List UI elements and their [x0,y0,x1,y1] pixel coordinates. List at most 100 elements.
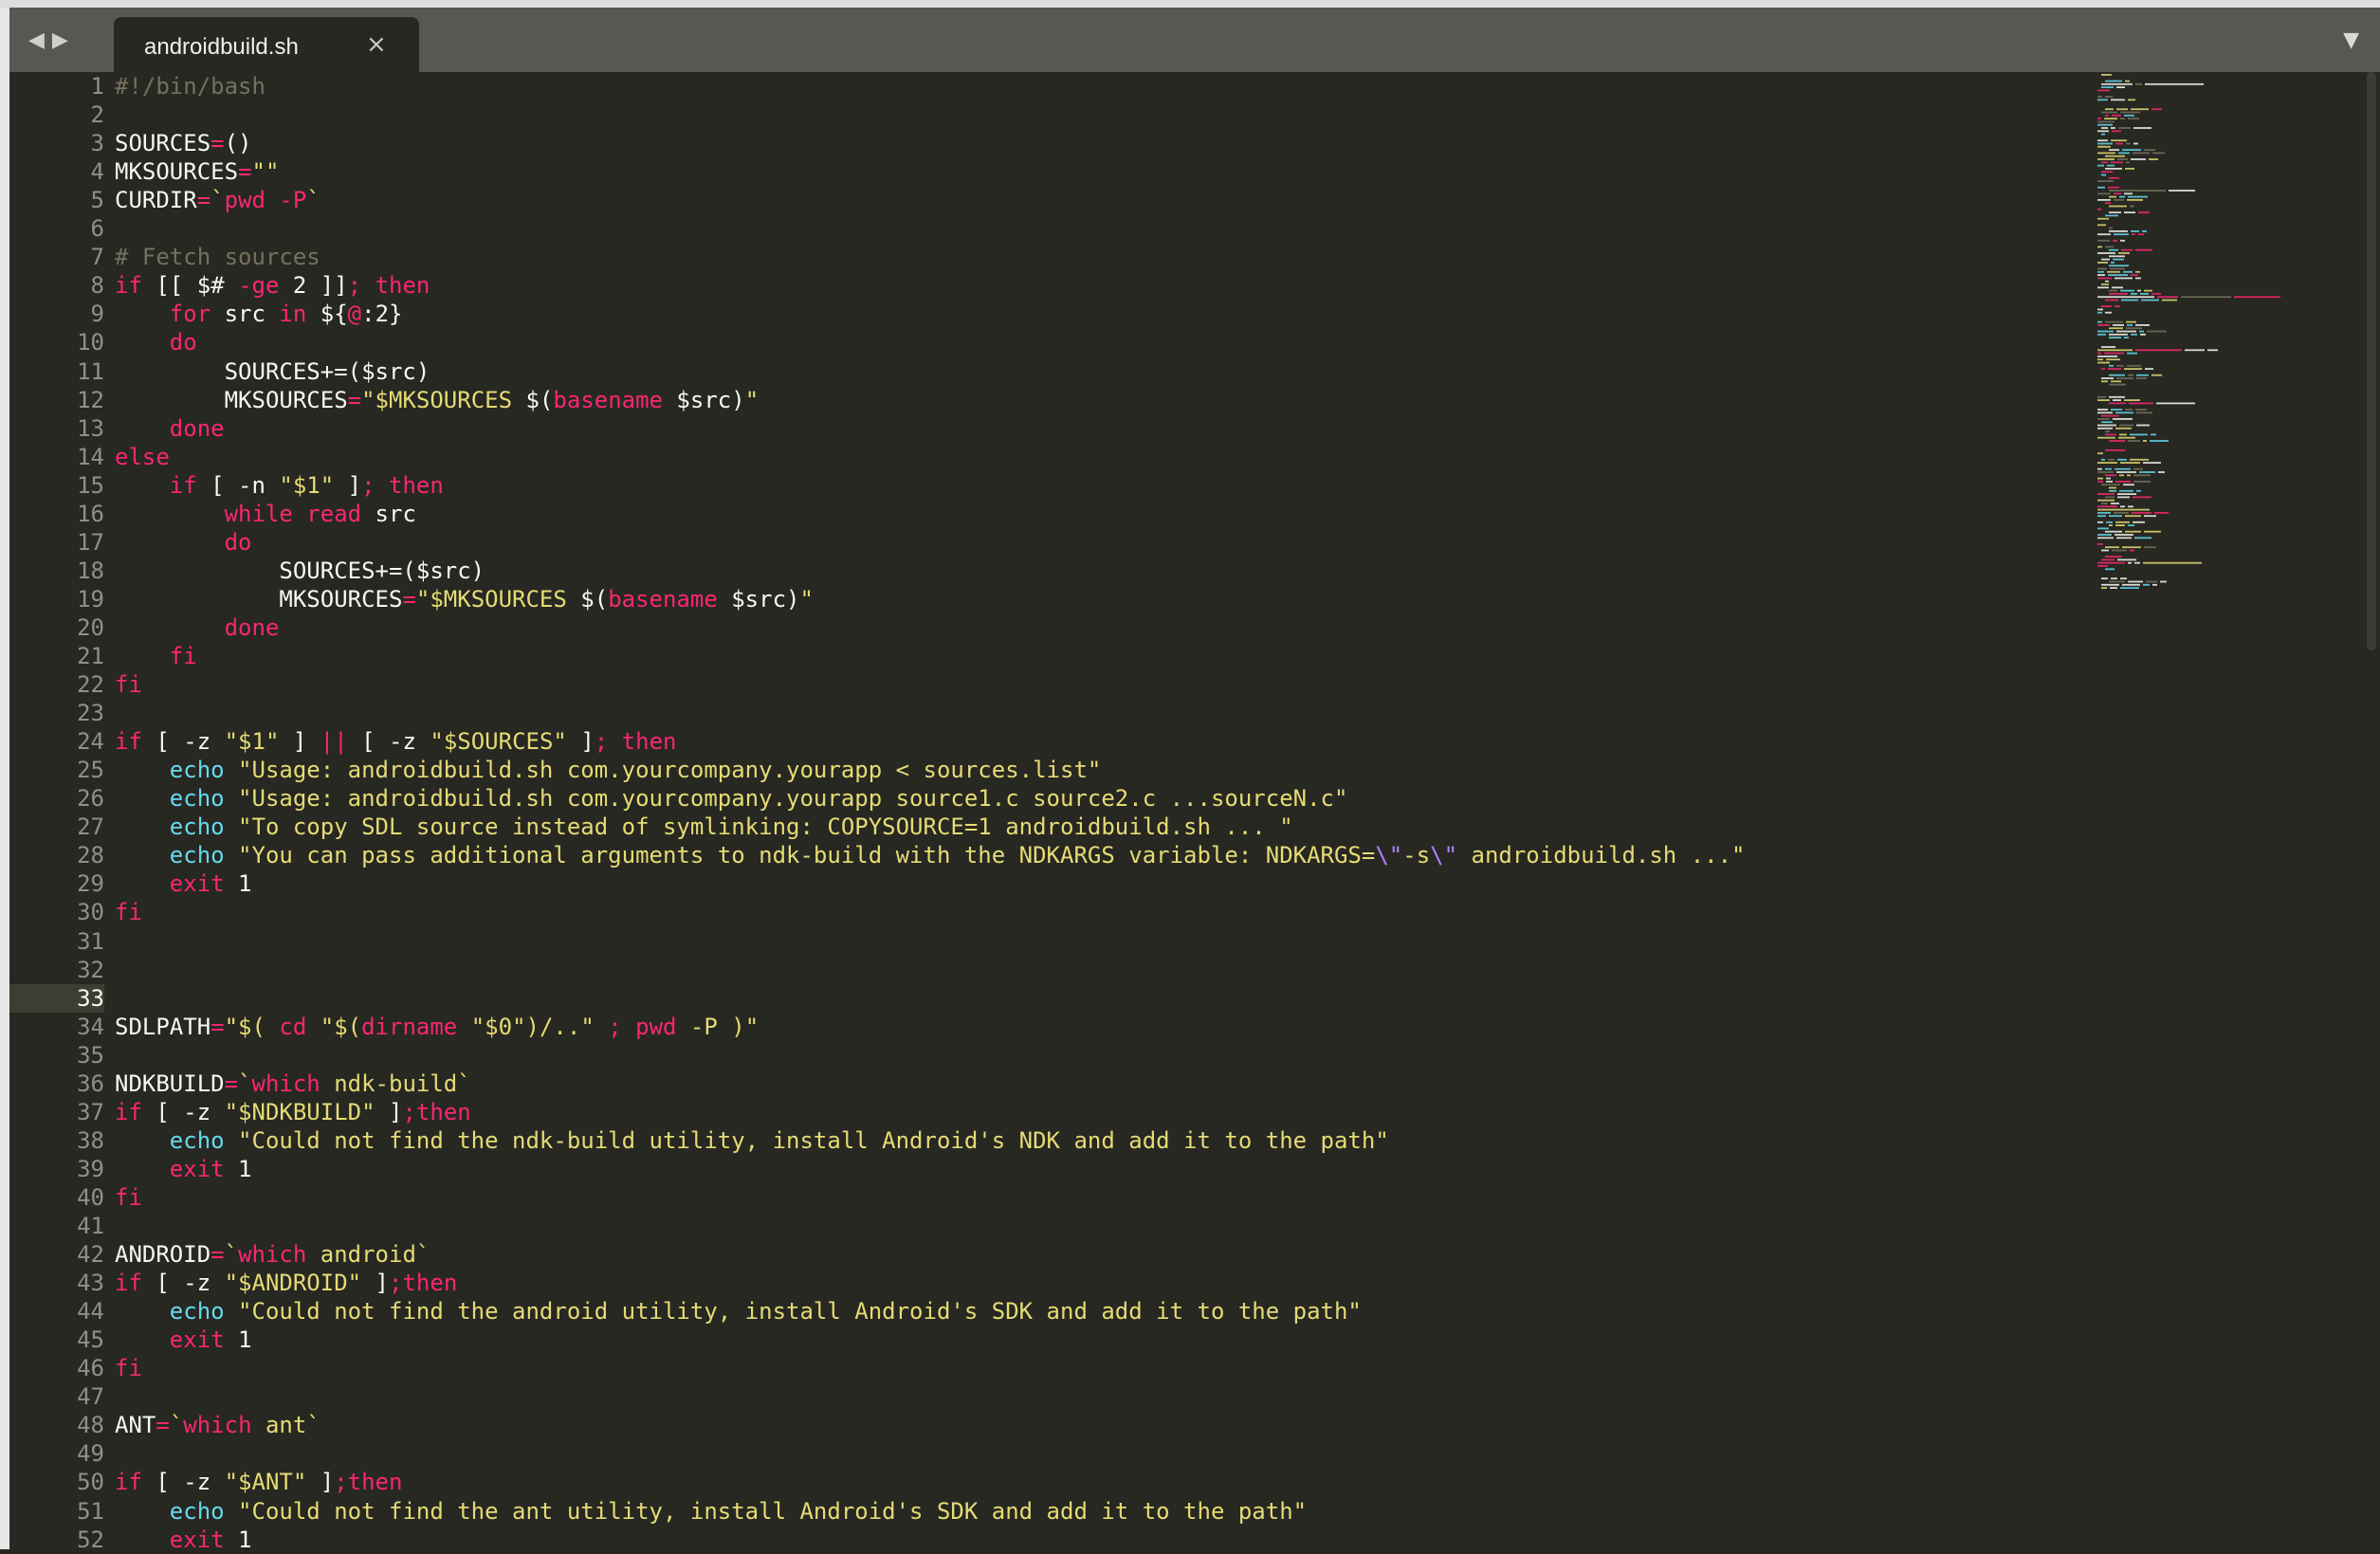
code-token: exit [169,870,225,898]
minimap[interactable] [2096,72,2342,603]
code-token: else [115,443,170,470]
minimap-line [2128,195,2148,198]
code-token: echo [169,1298,225,1325]
minimap-line [2133,521,2145,523]
code-token: ;then [334,1469,403,1496]
minimap-line [2109,524,2113,526]
scrollbar[interactable] [2367,72,2376,650]
minimap-line [2097,130,2109,133]
minimap-line [2105,96,2113,98]
code-token: \" [1375,842,1403,869]
minimap-line [2152,152,2165,155]
minimap-line [2113,258,2124,261]
code-token: in [279,301,307,328]
minimap-line [2110,587,2117,589]
code-line: do [115,328,197,357]
back-arrow-icon[interactable]: ◀ [28,28,52,52]
code-line: else [115,443,170,471]
minimap-line [2101,127,2108,129]
code-token: dirname [361,1013,458,1040]
minimap-line [2097,320,2102,323]
minimap-line [2097,262,2108,264]
close-icon[interactable]: × [366,30,387,59]
line-number: 49 [77,1440,104,1468]
code-token: ; then [594,728,677,756]
line-number: 33 [77,984,104,1012]
forward-arrow-icon[interactable]: ▶ [52,28,76,52]
minimap-line [2109,211,2121,213]
code-token: androidbuild.sh ..." [1457,842,1746,869]
minimap-line [2101,558,2115,561]
minimap-line [2117,158,2128,160]
code-line: exit 1 [115,1526,252,1554]
tab-androidbuild[interactable]: androidbuild.sh × [114,17,419,72]
code-token: SOURCES+=($src) [115,357,430,385]
code-token: do [224,528,252,556]
minimap-line [2097,462,2117,464]
line-number: 40 [77,1183,104,1211]
code-token: ; [608,1013,622,1040]
code-line: echo "To copy SDL source instead of syml… [115,813,1293,841]
minimap-line [2119,433,2127,436]
minimap-line [2101,380,2108,383]
minimap-line [2105,546,2119,549]
code-token: -s [1402,842,1431,869]
minimap-line [2097,477,2103,480]
minimap-line [2101,414,2119,417]
line-number: 31 [77,927,104,955]
minimap-line [2109,395,2125,398]
minimap-line [2123,484,2134,486]
code-line: echo "Usage: androidbuild.sh com.yourcom… [115,756,1102,784]
minimap-line [2125,168,2134,170]
line-number: 34 [77,1013,104,1040]
line-number: 39 [77,1155,104,1182]
minimap-line [2101,484,2120,486]
code-token: NDKBUILD [115,1070,225,1097]
code-token: () [224,130,252,157]
minimap-line [2120,462,2140,464]
minimap-line [2127,352,2137,355]
minimap-line [2142,230,2147,232]
line-number: 29 [77,870,104,898]
minimap-line [2097,411,2113,414]
line-number: 52 [77,1526,104,1553]
minimap-line [2138,211,2150,213]
code-token: 1 [224,870,252,898]
minimap-line [2122,149,2141,151]
code-token: = [347,386,362,413]
minimap-line [2144,149,2155,151]
minimap-line [2124,368,2142,370]
minimap-line [2097,527,2109,530]
minimap-line [2128,561,2132,564]
code-line: exit 1 [115,869,252,898]
line-number: 18 [77,557,104,584]
code-token: done [224,613,280,641]
minimap-line [2097,543,2103,545]
minimap-line [2111,99,2125,101]
code-editor[interactable]: 1 2 3 4 5 6 7 8 9 10 11 12 13 14 15 16 17 18 19 20 21 22 23 24 2… [9,72,2380,1553]
minimap-line [2104,118,2117,119]
minimap-line [2160,580,2167,583]
minimap-line [2101,577,2108,580]
minimap-line [2113,399,2121,401]
minimap-line [2097,152,2115,155]
minimap-line [2130,549,2134,552]
minimap-line [2097,296,2154,299]
code-token: ] [361,1270,390,1297]
code-token: [ -z [141,1098,225,1125]
minimap-line [2097,118,2101,119]
minimap-line [2101,283,2109,285]
code-token: if [115,1098,142,1125]
minimap-line [2144,546,2156,549]
minimap-line [2097,99,2108,101]
code-token: [ -z [141,728,225,756]
code-line: if [ -z "$ANDROID" ];then [115,1269,457,1297]
chevron-down-icon[interactable]: ▼ [2343,28,2359,52]
code-line: CURDIR=`pwd -P` [115,186,320,214]
minimap-line [2108,368,2121,370]
minimap-line [2101,305,2112,307]
